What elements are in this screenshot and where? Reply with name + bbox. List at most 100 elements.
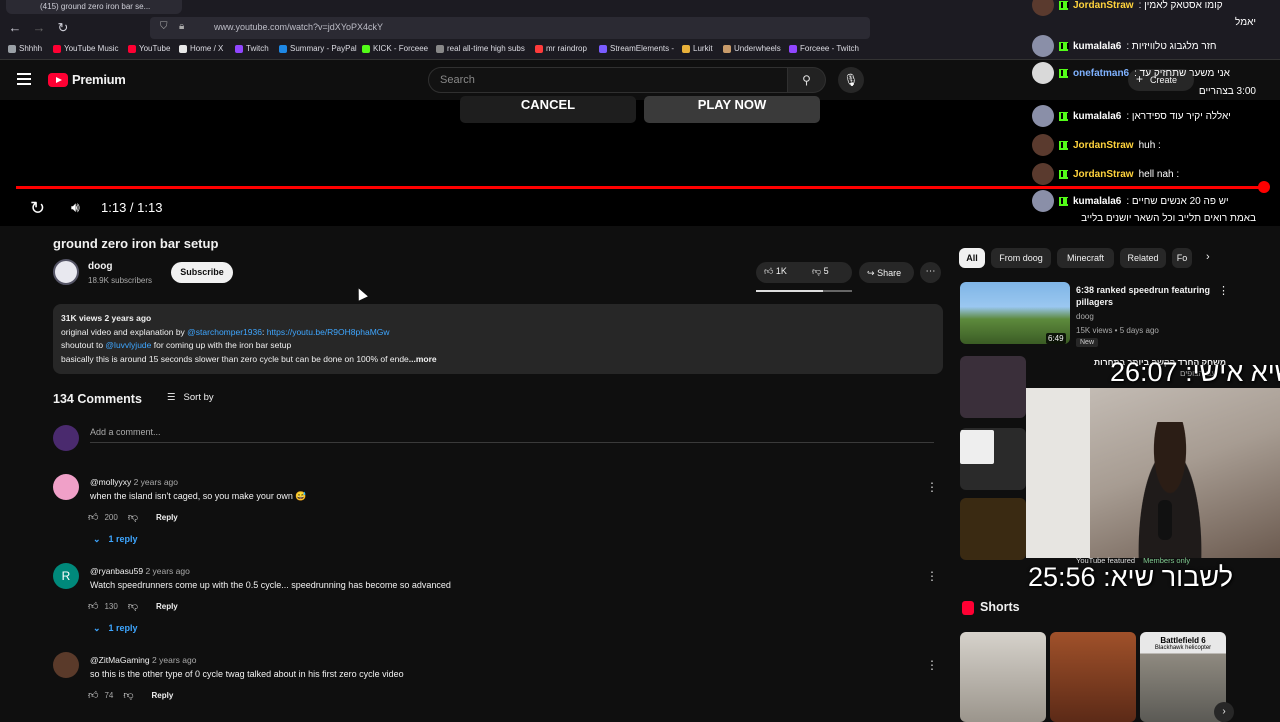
bookmark-icon — [599, 44, 607, 53]
reply-button[interactable]: Reply — [152, 691, 174, 700]
menu-icon[interactable] — [17, 73, 31, 85]
comment-like-button[interactable]: 👍︎ — [88, 689, 98, 701]
channel-name[interactable]: doog — [88, 261, 112, 272]
bookmark-item[interactable]: Summary - PayPal — [279, 44, 357, 53]
more-vert-icon[interactable]: ⋮ — [926, 480, 938, 494]
chip-fo[interactable]: Fo — [1172, 248, 1192, 268]
bookmark-item[interactable]: Twitch — [235, 44, 269, 53]
chat-avatar — [1032, 163, 1054, 185]
share-icon: ↪ — [867, 268, 875, 278]
comment-dislike-button[interactable]: 👎︎ — [123, 689, 133, 701]
reload-icon[interactable]: ↻ — [54, 19, 72, 37]
chat-text: : hell nah — [1138, 168, 1180, 180]
short-title: Battlefield 6 — [1160, 636, 1206, 645]
back-arrow-icon[interactable]: ← — [6, 19, 24, 37]
bookmark-label: YouTube Music — [64, 44, 119, 53]
dislike-button[interactable]: 👎︎ 5 — [812, 266, 829, 277]
search-input[interactable]: Search — [428, 67, 788, 93]
chevron-right-icon[interactable]: › — [1206, 251, 1210, 263]
share-button[interactable]: ↪ Share — [859, 262, 914, 283]
play-now-button[interactable]: PLAY NOW — [644, 96, 820, 123]
bookmark-item[interactable]: YouTube — [128, 44, 170, 53]
short-thumbnail[interactable] — [1050, 632, 1136, 722]
share-label: Share — [877, 268, 902, 278]
bookmark-item[interactable]: YouTube Music — [53, 44, 119, 53]
bookmark-item[interactable]: Home / X — [179, 44, 223, 53]
bookmark-icon — [436, 44, 444, 53]
more-link[interactable]: ...more — [409, 354, 437, 364]
browser-tab[interactable]: (415) ground zero iron bar se... — [6, 0, 182, 14]
bookmark-item[interactable]: Underwheels — [723, 44, 781, 53]
comment-username[interactable]: @ZitMaGaming — [90, 655, 150, 665]
comment-like-button[interactable]: 👍︎ — [88, 600, 98, 612]
chat-avatar — [1032, 190, 1054, 212]
avatar[interactable] — [53, 474, 79, 500]
desc-url-link[interactable]: https://youtu.be/R9OH8phaMGw — [267, 327, 390, 337]
more-actions-icon[interactable]: ⋯ — [920, 262, 941, 283]
url-text[interactable]: www.youtube.com/watch?v=jdXYoPX4ckY — [214, 22, 383, 32]
cancel-button[interactable]: CANCEL — [460, 96, 636, 123]
chip-all[interactable]: All — [959, 248, 985, 268]
description-box[interactable]: 31K views 2 years ago original video and… — [53, 304, 943, 374]
sort-by-button[interactable]: ☰ Sort by — [167, 392, 214, 403]
subscribe-button[interactable]: Subscribe — [171, 262, 233, 283]
more-vert-icon[interactable]: ⋮ — [926, 658, 938, 672]
reply-button[interactable]: Reply — [156, 602, 178, 611]
progress-bar[interactable] — [16, 186, 1266, 189]
comment-dislike-button[interactable]: 👎︎ — [128, 511, 138, 523]
chip-from-doog[interactable]: From doog — [991, 248, 1051, 268]
comment-author[interactable]: @mollyyxy 2 years ago — [90, 477, 178, 487]
more-vert-icon[interactable]: ⋮ — [926, 569, 938, 583]
chat-avatar — [1032, 62, 1054, 84]
comment-actions: 👍︎ 200 👎︎ Reply — [88, 511, 178, 523]
comment-author[interactable]: @ZitMaGaming 2 years ago — [90, 655, 196, 665]
add-comment-input[interactable]: Add a comment... — [90, 427, 161, 437]
comment-dislike-button[interactable]: 👎︎ — [128, 600, 138, 612]
comment-username[interactable]: @ryanbasu59 — [90, 566, 143, 576]
replies-toggle[interactable]: ⌄ 1 reply — [93, 623, 138, 634]
reply-button[interactable]: Reply — [156, 513, 178, 522]
bookmark-item[interactable]: real all-time high subs — [436, 44, 525, 53]
bookmark-item[interactable]: Forceee - Twitch — [789, 44, 859, 53]
bookmark-item[interactable]: Shhhh — [8, 44, 42, 53]
subscriber-count: 18.9K subscribers — [88, 276, 153, 285]
youtube-logo[interactable]: Premium — [48, 72, 126, 87]
like-button[interactable]: 👍︎ 1K — [764, 266, 787, 277]
replay-icon[interactable]: ↻ — [30, 198, 45, 219]
forward-arrow-icon[interactable]: → — [30, 19, 48, 37]
comment-like-button[interactable]: 👍︎ — [88, 511, 98, 523]
channel-avatar[interactable] — [53, 259, 79, 285]
avatar[interactable]: R — [53, 563, 79, 589]
more-vert-icon[interactable]: ⋮ — [1218, 284, 1229, 297]
bookmark-item[interactable]: mr raindrop — [535, 44, 587, 53]
chat-username: JordanStraw — [1073, 139, 1134, 151]
rec-thumbnail[interactable] — [960, 498, 1026, 560]
comment-author[interactable]: @ryanbasu59 2 years ago — [90, 566, 190, 576]
rec-thumbnail[interactable] — [960, 428, 1026, 490]
shield-icon[interactable]: ⛉ — [160, 21, 168, 32]
bookmark-item[interactable]: KICK - Forceee — [362, 44, 428, 53]
desc-handle-link[interactable]: @starchomper1936 — [187, 327, 262, 337]
desc-handle-link[interactable]: @luvvlyjude — [105, 340, 151, 350]
sort-label: Sort by — [183, 392, 214, 403]
like-count: 1K — [775, 266, 787, 276]
replies-toggle[interactable]: ⌄ 1 reply — [93, 534, 138, 545]
short-thumbnail[interactable]: Battlefield 6 Blackhawk helicopter — [1140, 632, 1226, 722]
rec-channel[interactable]: doog — [1076, 312, 1094, 321]
bookmark-item[interactable]: StreamElements - — [599, 44, 674, 53]
chip-related[interactable]: Related — [1120, 248, 1166, 268]
search-icon[interactable]: ⚲ — [788, 67, 826, 93]
volume-icon[interactable]: 🔊︎ — [71, 199, 80, 216]
chevron-right-icon[interactable]: › — [1214, 702, 1234, 722]
microphone-icon[interactable]: 🎙︎ — [838, 67, 864, 93]
lock-icon[interactable]: 🔒︎ — [179, 21, 184, 32]
chip-minecraft[interactable]: Minecraft — [1057, 248, 1114, 268]
short-thumbnail[interactable] — [960, 632, 1046, 722]
avatar[interactable] — [53, 652, 79, 678]
desc-text: original video and explanation by — [61, 326, 188, 337]
comment-username[interactable]: @mollyyxy — [90, 477, 131, 487]
new-badge: New — [1076, 338, 1099, 347]
rec-thumbnail[interactable] — [960, 356, 1026, 418]
rec-title[interactable]: 6:38 ranked speedrun featuring pillagers — [1076, 284, 1216, 308]
bookmark-item[interactable]: Lurkit — [682, 44, 713, 53]
